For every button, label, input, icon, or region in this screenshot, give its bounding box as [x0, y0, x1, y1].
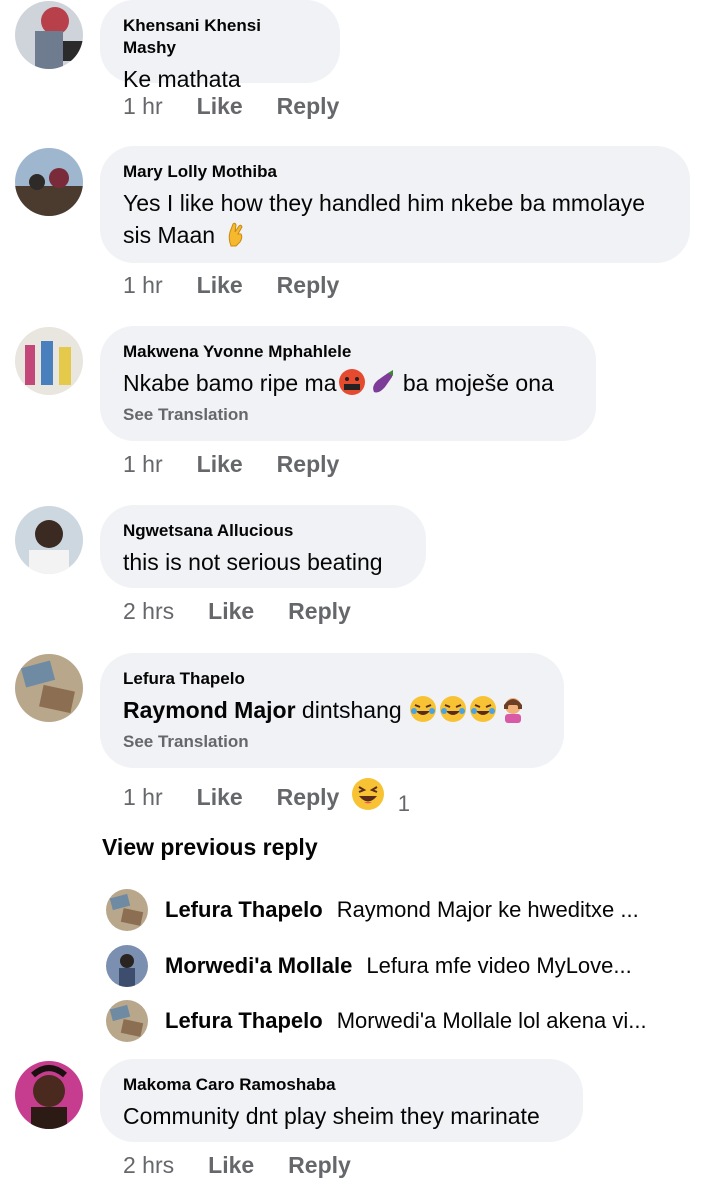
comment-bubble: Ngwetsana Allucious this is not serious … [100, 505, 426, 588]
see-translation-link[interactable]: See Translation [123, 732, 540, 752]
reply-button[interactable]: Reply [277, 784, 340, 811]
avatar[interactable] [15, 148, 83, 216]
tears-of-joy-emoji-icon [439, 695, 467, 723]
reply-text: Morwedi'a Mollale lol akena vi... [336, 1008, 647, 1033]
comment-time[interactable]: 1 hr [123, 272, 163, 299]
commenter-name[interactable]: Lefura Thapelo [123, 668, 540, 690]
reply-author[interactable]: Lefura Thapelo [165, 1008, 323, 1034]
comment-time[interactable]: 1 hr [123, 93, 163, 120]
comment-text: Raymond Major dintshang [123, 694, 540, 726]
commenter-name[interactable]: Makwena Yvonne Mphahlele [123, 341, 572, 363]
commenter-name[interactable]: Khensani Khensi Mashy [123, 15, 316, 59]
avatar[interactable] [15, 654, 83, 722]
comment-bubble: Makoma Caro Ramoshaba Community dnt play… [100, 1059, 583, 1142]
view-previous-reply-link[interactable]: View previous reply [102, 834, 318, 861]
avatar[interactable] [15, 1061, 83, 1129]
reply-button[interactable]: Reply [288, 1152, 351, 1179]
avatar[interactable] [15, 1, 83, 69]
comment-time[interactable]: 1 hr [123, 451, 163, 478]
see-translation-link[interactable]: See Translation [123, 405, 572, 425]
commenter-name[interactable]: Ngwetsana Allucious [123, 520, 402, 542]
reply-button[interactable]: Reply [277, 93, 340, 120]
like-button[interactable]: Like [197, 784, 243, 811]
facepalm-woman-emoji-icon [499, 695, 527, 723]
cursing-face-emoji-icon [338, 368, 366, 396]
comment-actions: 1 hr Like Reply [123, 451, 339, 478]
avatar[interactable] [15, 506, 83, 574]
reply-text: Raymond Major ke hweditxe ... [336, 897, 639, 922]
comment-text: Ke mathata [123, 66, 241, 92]
reply-button[interactable]: Reply [277, 272, 340, 299]
laughing-reaction-icon [351, 777, 385, 811]
comment-bubble: Mary Lolly Mothiba Yes I like how they h… [100, 146, 690, 263]
reply-button[interactable]: Reply [277, 451, 340, 478]
reaction-count: 1 [397, 791, 410, 816]
avatar[interactable] [106, 889, 148, 931]
comment-time[interactable]: 1 hr [123, 784, 163, 811]
comment-text: this is not serious beating [123, 549, 383, 575]
reaction-summary[interactable]: 1 [351, 777, 410, 817]
comment-text: Community dnt play sheim they marinate [123, 1103, 540, 1129]
comment-actions: 2 hrs Like Reply [123, 1152, 351, 1179]
reply-text: Lefura mfe video MyLove... [366, 953, 632, 978]
comment-time[interactable]: 2 hrs [123, 1152, 174, 1179]
reply-item[interactable]: Morwedi'a Mollale Lefura mfe video MyLov… [106, 944, 706, 988]
tears-of-joy-emoji-icon [469, 695, 497, 723]
like-button[interactable]: Like [208, 598, 254, 625]
comment-bubble: Lefura Thapelo Raymond Major dintshang S… [100, 653, 564, 768]
like-button[interactable]: Like [208, 1152, 254, 1179]
reply-author[interactable]: Lefura Thapelo [165, 897, 323, 923]
reply-item[interactable]: Lefura Thapelo Raymond Major ke hweditxe… [106, 888, 706, 932]
reply-item[interactable]: Lefura Thapelo Morwedi'a Mollale lol ake… [106, 999, 706, 1043]
comment-bubble: Khensani Khensi Mashy Ke mathata [100, 0, 340, 92]
tears-of-joy-emoji-icon [409, 695, 437, 723]
like-button[interactable]: Like [197, 272, 243, 299]
eggplant-emoji-icon [368, 368, 396, 396]
crossed-fingers-emoji-icon [222, 220, 250, 248]
comment-bubble: Makwena Yvonne Mphahlele Nkabe bamo ripe… [100, 326, 596, 441]
comment-time[interactable]: 2 hrs [123, 598, 174, 625]
comment-actions: 1 hr Like Reply [123, 272, 339, 299]
comment-actions: 2 hrs Like Reply [123, 598, 351, 625]
like-button[interactable]: Like [197, 93, 243, 120]
comment-actions: 1 hr Like Reply 1 [123, 777, 410, 817]
avatar[interactable] [15, 327, 83, 395]
avatar[interactable] [106, 1000, 148, 1042]
reply-author[interactable]: Morwedi'a Mollale [165, 953, 352, 979]
like-button[interactable]: Like [197, 451, 243, 478]
mention-link[interactable]: Raymond Major [123, 697, 296, 723]
avatar[interactable] [106, 945, 148, 987]
commenter-name[interactable]: Mary Lolly Mothiba [123, 161, 666, 183]
comment-actions: 1 hr Like Reply [123, 93, 339, 120]
comment-text: Nkabe bamo ripe ma ba moješe ona [123, 368, 554, 396]
commenter-name[interactable]: Makoma Caro Ramoshaba [123, 1074, 559, 1096]
comment-text: Yes I like how they handled him nkebe ba… [123, 190, 646, 248]
reply-button[interactable]: Reply [288, 598, 351, 625]
